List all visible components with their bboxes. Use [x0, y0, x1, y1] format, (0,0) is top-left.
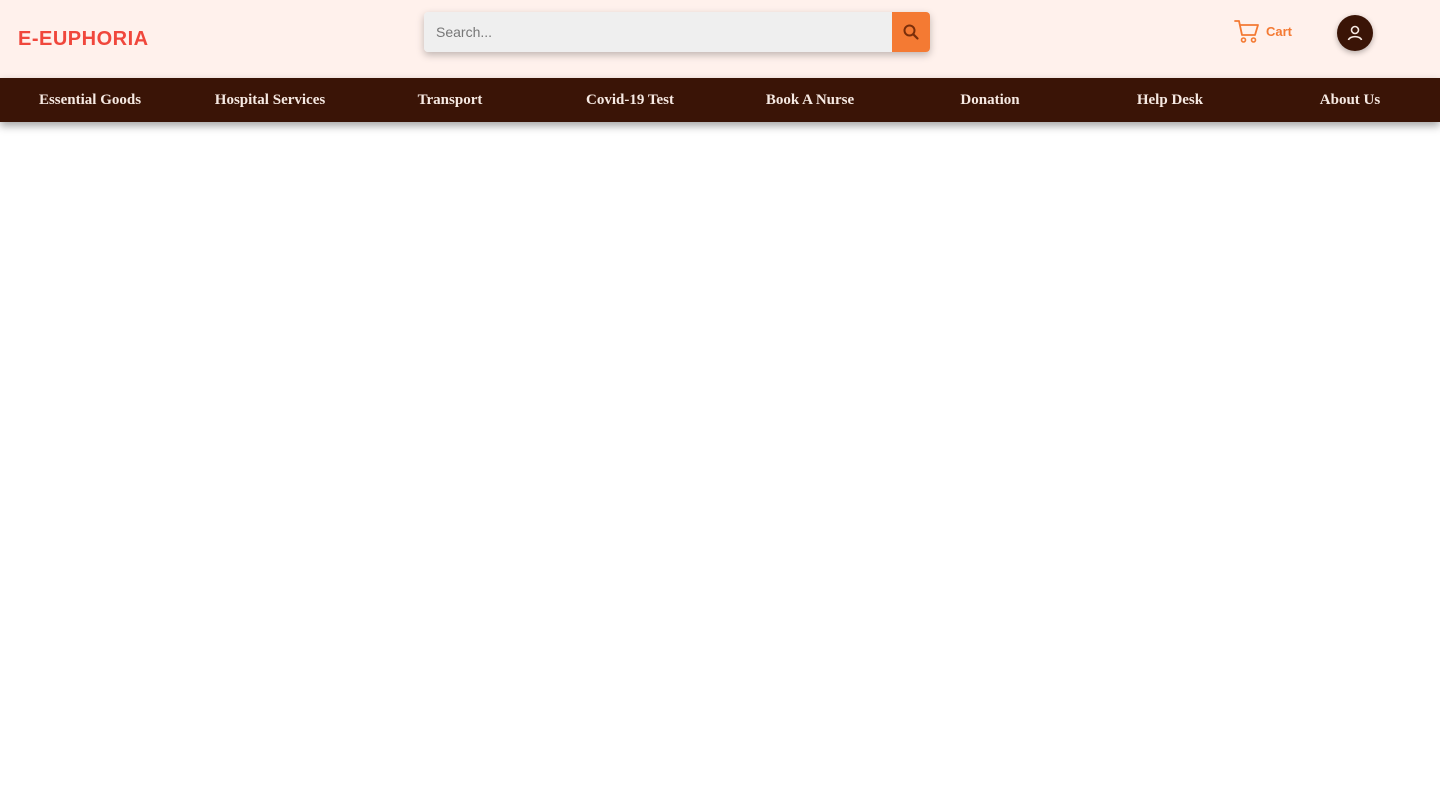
main-content-area: [0, 122, 1440, 810]
user-avatar-button[interactable]: [1337, 15, 1373, 51]
nav-item-hospital-services[interactable]: Hospital Services: [180, 78, 360, 122]
cart-icon: [1234, 20, 1259, 43]
top-header: E-EUPHORIA Cart: [0, 0, 1440, 78]
nav-item-donation[interactable]: Donation: [900, 78, 1080, 122]
nav-item-essential-goods[interactable]: Essential Goods: [0, 78, 180, 122]
cart-link[interactable]: Cart: [1232, 16, 1292, 46]
main-nav: Essential Goods Hospital Services Transp…: [0, 78, 1440, 122]
search-input[interactable]: [424, 12, 892, 52]
brand-logo[interactable]: E-EUPHORIA: [18, 28, 149, 51]
user-icon: [1347, 25, 1363, 41]
nav-item-book-a-nurse[interactable]: Book A Nurse: [720, 78, 900, 122]
nav-item-covid-test[interactable]: Covid-19 Test: [540, 78, 720, 122]
nav-item-help-desk[interactable]: Help Desk: [1080, 78, 1260, 122]
cart-label: Cart: [1266, 23, 1293, 39]
search-icon: [903, 24, 919, 40]
search-bar: [424, 12, 930, 52]
nav-item-transport[interactable]: Transport: [360, 78, 540, 122]
search-button[interactable]: [892, 12, 930, 52]
nav-item-about-us[interactable]: About Us: [1260, 78, 1440, 122]
